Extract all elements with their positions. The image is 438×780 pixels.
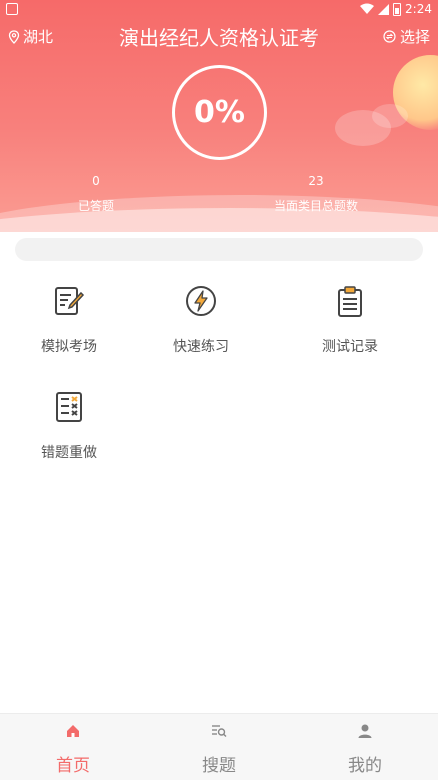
nav-home[interactable]: 首页 bbox=[0, 714, 146, 780]
app-notification-icon bbox=[6, 3, 18, 15]
select-label: 选择 bbox=[399, 28, 430, 46]
page-title: 演出经纪人资格认证考 bbox=[119, 26, 319, 50]
clipboard-icon bbox=[338, 286, 362, 317]
bottom-nav: 首页 搜题 我的 bbox=[0, 713, 438, 780]
stat-value: 0 bbox=[92, 174, 100, 188]
menu-label: 模拟考场 bbox=[41, 339, 97, 355]
stat-total-questions: 23 当面类目总题数 bbox=[262, 174, 370, 214]
status-time: 2:24 bbox=[405, 2, 432, 16]
app-screen: 2:24 湖北 演出经纪人资格认证考 选择 0% 0 已答题 23 当面类目总题… bbox=[0, 0, 438, 780]
select-category-button[interactable]: 选择 bbox=[383, 26, 430, 47]
nav-label: 搜题 bbox=[202, 756, 236, 776]
progress-ring: 0% bbox=[172, 65, 267, 160]
progress-percent: 0% bbox=[194, 95, 245, 130]
nav-mine[interactable]: 我的 bbox=[292, 714, 438, 780]
signal-icon bbox=[378, 3, 390, 15]
search-bar[interactable] bbox=[15, 238, 423, 261]
wifi-icon bbox=[360, 3, 375, 14]
nav-label: 我的 bbox=[348, 756, 382, 776]
stat-label: 当面类目总题数 bbox=[273, 199, 358, 213]
exam-edit-icon bbox=[55, 287, 85, 315]
person-icon bbox=[358, 724, 372, 738]
lightning-icon bbox=[186, 286, 216, 316]
stat-label: 已答题 bbox=[77, 199, 114, 213]
header-banner: 2:24 湖北 演出经纪人资格认证考 选择 0% 0 已答题 23 当面类目总题… bbox=[0, 0, 438, 232]
nav-search-questions[interactable]: 搜题 bbox=[146, 714, 292, 780]
status-icons: 2:24 bbox=[360, 2, 432, 16]
nav-label: 首页 bbox=[56, 756, 90, 776]
swap-icon bbox=[383, 30, 396, 43]
menu-test-records[interactable]: 测试记录 bbox=[295, 284, 405, 356]
wrong-questions-icon bbox=[56, 392, 82, 422]
menu-label: 测试记录 bbox=[322, 339, 378, 355]
cloud-decoration bbox=[372, 104, 408, 128]
search-questions-icon bbox=[212, 725, 227, 737]
menu-quick-practice[interactable]: 快速练习 bbox=[146, 284, 256, 356]
menu-mock-exam[interactable]: 模拟考场 bbox=[14, 284, 124, 356]
menu-redo-wrong[interactable]: 错题重做 bbox=[14, 390, 124, 462]
menu-label: 快速练习 bbox=[173, 339, 229, 355]
menu-label: 错题重做 bbox=[41, 445, 97, 461]
battery-icon bbox=[393, 2, 402, 16]
top-bar: 湖北 演出经纪人资格认证考 选择 bbox=[0, 22, 438, 50]
stat-value: 23 bbox=[308, 174, 324, 188]
home-icon bbox=[67, 725, 79, 737]
status-bar: 2:24 bbox=[0, 0, 438, 20]
stat-answered: 0 已答题 bbox=[66, 174, 126, 214]
